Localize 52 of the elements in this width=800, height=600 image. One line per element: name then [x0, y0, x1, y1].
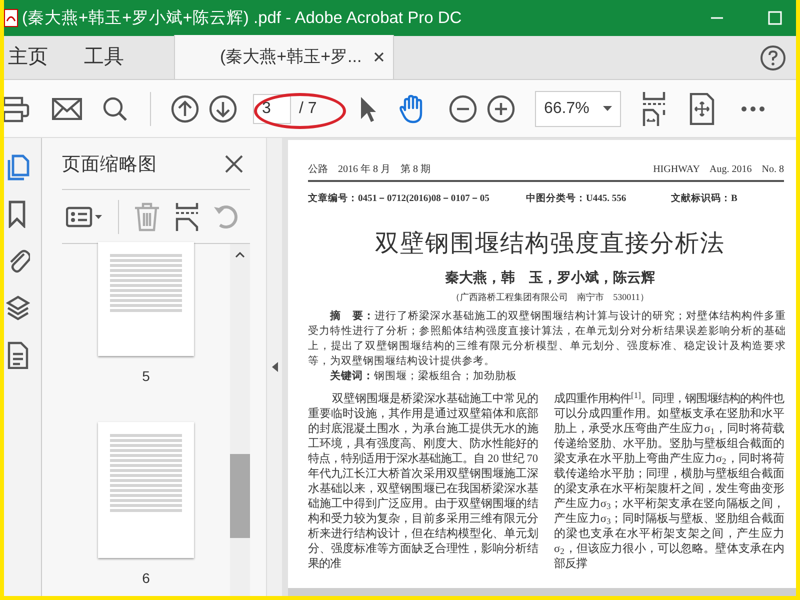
zoom-in-icon[interactable] — [487, 94, 515, 122]
horizontal-scrollbar[interactable] — [288, 588, 796, 596]
page-total: / 7 — [299, 98, 318, 118]
maximize-icon[interactable] — [768, 11, 782, 25]
close-icon[interactable] — [374, 52, 384, 62]
mail-icon[interactable] — [52, 98, 82, 120]
layers-icon[interactable] — [6, 294, 30, 322]
zoom-dropdown[interactable]: 66.7% — [535, 90, 621, 126]
pdf-file-icon — [4, 9, 18, 27]
document-icon[interactable] — [6, 341, 30, 369]
panel-title: 页面缩略图 — [62, 152, 158, 176]
close-icon[interactable] — [224, 154, 244, 174]
print-icon[interactable] — [4, 94, 30, 122]
affiliation: （广西路桥工程集团有限公司 南宁市 530011） — [450, 291, 650, 304]
body-paragraph: 成四重作用构件$^{[1]}$。同理，钢围堰结构的构件也可以分成四重作用。如壁板支承在竖肋和水平肋上，承受水压弯曲产生应力σ$_{1}$，同时将荷载传递给竖肋、水平肋。竖肋与壁板组合截面的梁支承在水平肋上弯曲产生应力σ$_{2}$，同时将荷载传递给水平肋；同理，横肋与壁板组合截面的梁支承在水平桁架腹杆之间，发生弯曲变形产生应力σ$_{3}$；水平桁架支承在竖向隔板之间，产生应力σ$_{3}$；同时隔板与壁板、竖肋组合截面的梁也支承在水平桁架支架之间，产生应力σ$_{2}$，但该应力很小，可以忽略。壁体支承在内部反撑 — [554, 392, 784, 572]
nav-tab[interactable]: 主页 — [4, 35, 52, 79]
insert-page-icon[interactable] — [175, 202, 199, 232]
fit-page-icon[interactable] — [641, 90, 667, 126]
page-thumbnail[interactable] — [98, 422, 194, 558]
cursor-arrow-icon[interactable] — [359, 94, 377, 122]
page-number-label: 6 — [142, 569, 150, 588]
zoom-out-icon[interactable] — [449, 94, 477, 122]
help-icon[interactable] — [760, 45, 786, 71]
body-paragraph: 双壁钢围堰是桥梁深水基础施工中常见的重要临时设施，其作用是通过双壁箱体和底部的封底混凝土围水，为承台施工提供无水的施工环境，具有强度高、刚度大、防水性能好的特点，特别适用于深水基础施工。自 20 世纪 70 年代九江长江大桥首次采用双壁钢围堰施工深水基础以来，双壁钢围堰已在我国桥梁深水基础施工中得到广泛应用。由于双壁钢围堰的结构和受力较为复杂，目前多采用三维有限元分析来进行结构设计，但在结构模型化、单元划分、强度标准等方面缺乏合理性，影响分析结果的准 — [308, 392, 538, 572]
nav-tab[interactable]: 工具 — [80, 35, 128, 79]
tab-label[interactable]: (秦大燕+韩玉+罗... — [220, 44, 362, 70]
search-icon[interactable] — [102, 96, 128, 122]
chevron-up-icon[interactable] — [235, 252, 245, 258]
page-thumbnail[interactable] — [98, 242, 194, 356]
arrow-down-circle-icon[interactable] — [209, 94, 237, 122]
scroll-mode-icon[interactable] — [689, 92, 715, 124]
caret-icon — [603, 106, 612, 111]
article-info: 文献标识码：B — [671, 192, 738, 206]
article-title: 双壁钢围堰结构强度直接分析法 — [374, 230, 726, 260]
options-list-icon[interactable] — [66, 206, 104, 228]
author-list: 秦大燕，韩 玉，罗小斌，陈云辉 — [308, 268, 792, 290]
running-header: HIGHWAY Aug. 2016 No. 8 — [653, 163, 784, 177]
collapse-handle-icon[interactable] — [272, 362, 278, 372]
article-info: 中图分类号：U445. 556 — [526, 192, 628, 206]
document-tab[interactable]: (秦大燕+韩玉+罗... — [174, 35, 394, 79]
window-title: (秦大燕+韩玉+罗小斌+陈云辉) .pdf - Adobe Acrobat Pro DC — [22, 8, 462, 29]
keywords: 关键词：钢围堰；梁板组合；加劲肋板 — [329, 369, 518, 384]
more-icon[interactable] — [741, 106, 765, 112]
abstract: 摘 要：进行了桥梁深水基础施工的双壁钢围堰结构计算与设计的研究；对壁体结构构件多重受力特性进行了分析；参照船体结构强度直接计算法，在单元划分对分析结果误差影响分析的基础上，提出了双壁钢围堰结构的三维有限元分析模型、单元划分、强度标准、稳定设计及构造要求等，为双壁钢围堰结构设计提供参考。 — [308, 309, 787, 369]
arrow-up-circle-icon[interactable] — [171, 94, 199, 122]
scrollbar[interactable] — [230, 244, 250, 596]
trash-icon — [133, 202, 161, 232]
scrollbar-thumb[interactable] — [230, 454, 250, 538]
article-info: 文章编号：0451－0712(2016)08－0107－05 — [308, 192, 490, 206]
running-header: 公路 2016 年 8 月 第 8 期 — [308, 162, 432, 177]
page-number-label: 5 — [142, 367, 150, 386]
pages-icon[interactable] — [6, 153, 30, 181]
